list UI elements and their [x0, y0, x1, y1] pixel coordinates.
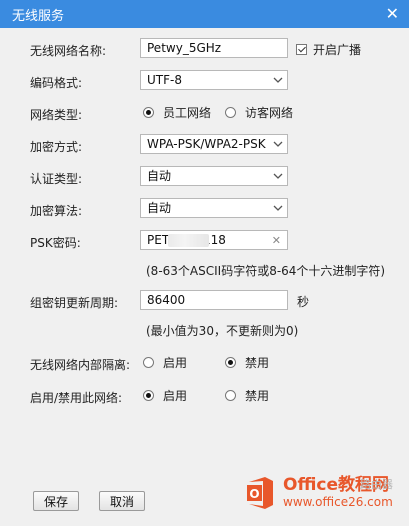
network-type-label: 网络类型: [30, 108, 83, 122]
radio-button[interactable] [225, 357, 236, 368]
chevron-down-icon [273, 203, 283, 213]
broadcast-toggle[interactable]: 开启广播 [296, 41, 361, 58]
encryption-label: 加密方式: [30, 140, 83, 154]
auth-type-row: 认证类型: 自动 [0, 166, 409, 190]
rekey-label: 组密钥更新周期: [30, 296, 119, 310]
psk-hint: (8-63个ASCII码字符或8-64个十六进制字符) [146, 264, 386, 278]
clear-icon[interactable]: ✕ [272, 232, 281, 250]
dialog-title: 无线服务 [12, 8, 65, 24]
enable-network-label: 启用/禁用此网络: [30, 391, 123, 405]
broadcast-label: 开启广播 [313, 43, 362, 57]
radio-label: 启用 [163, 356, 188, 370]
save-button[interactable]: 保存 [33, 491, 79, 511]
auth-type-label: 认证类型: [30, 172, 83, 186]
network-type-row: 网络类型: 员工网络 访客网络 [0, 102, 409, 126]
rekey-input[interactable] [140, 290, 288, 310]
encryption-select[interactable]: WPA-PSK/WPA2-PSK [140, 134, 288, 154]
radio-button[interactable] [225, 107, 236, 118]
radio-button[interactable] [143, 107, 154, 118]
radio-label: 启用 [163, 389, 188, 403]
ssid-row: 无线网络名称: 开启广播 [0, 38, 409, 62]
ssid-label: 无线网络名称: [30, 44, 107, 58]
psk-label: PSK密码: [30, 236, 81, 250]
encoding-value: UTF-8 [147, 73, 182, 87]
chevron-down-icon [273, 75, 283, 85]
enable-network-row: 启用/禁用此网络: 启用 禁用 [0, 385, 409, 409]
radio-label: 访客网络 [245, 106, 294, 120]
watermark-url: www.office26.com [283, 495, 393, 509]
cancel-button[interactable]: 取消 [99, 491, 145, 511]
ssid-input[interactable] [140, 38, 288, 58]
close-icon[interactable]: ✕ [386, 6, 399, 22]
radio-guest-network[interactable]: 访客网络 [225, 104, 293, 121]
radio-button[interactable] [143, 357, 154, 368]
cipher-value: 自动 [147, 201, 172, 215]
radio-button[interactable] [225, 390, 236, 401]
cipher-row: 加密算法: 自动 [0, 198, 409, 222]
chevron-down-icon [273, 139, 283, 149]
rekey-unit: 秒 [297, 295, 310, 309]
radio-button[interactable] [143, 390, 154, 401]
rekey-row: 组密钥更新周期: 秒 [0, 290, 409, 314]
chevron-down-icon [273, 171, 283, 181]
psk-input[interactable]: PET 118 ✕ [140, 230, 288, 250]
encryption-row: 加密方式: WPA-PSK/WPA2-PSK [0, 134, 409, 158]
radio-isolation-enable[interactable]: 启用 [143, 354, 187, 371]
broadcast-checkbox[interactable] [296, 44, 307, 55]
radio-label: 禁用 [245, 389, 270, 403]
radio-label: 禁用 [245, 356, 270, 370]
isolation-row: 无线网络内部隔离: 启用 禁用 [0, 352, 409, 376]
watermark-corner: 路由器 [360, 478, 393, 491]
office-logo-icon: O [245, 476, 277, 510]
radio-network-disable[interactable]: 禁用 [225, 387, 269, 404]
auth-type-value: 自动 [147, 169, 172, 183]
dialog-titlebar: 无线服务 ✕ [0, 0, 409, 28]
rekey-hint: (最小值为30，不更新则为0) [146, 324, 299, 338]
radio-network-enable[interactable]: 启用 [143, 387, 187, 404]
encoding-label: 编码格式: [30, 76, 83, 90]
isolation-label: 无线网络内部隔离: [30, 358, 131, 372]
encoding-row: 编码格式: UTF-8 [0, 70, 409, 94]
cipher-select[interactable]: 自动 [140, 198, 288, 218]
auth-type-select[interactable]: 自动 [140, 166, 288, 186]
redaction-blur [168, 234, 209, 247]
cipher-label: 加密算法: [30, 204, 83, 218]
radio-isolation-disable[interactable]: 禁用 [225, 354, 269, 371]
radio-staff-network[interactable]: 员工网络 [143, 104, 211, 121]
psk-value-prefix: PET [147, 233, 170, 247]
psk-row: PSK密码: PET 118 ✕ [0, 230, 409, 254]
encoding-select[interactable]: UTF-8 [140, 70, 288, 90]
radio-label: 员工网络 [163, 106, 212, 120]
svg-text:O: O [249, 487, 259, 501]
encryption-value: WPA-PSK/WPA2-PSK [147, 137, 266, 151]
